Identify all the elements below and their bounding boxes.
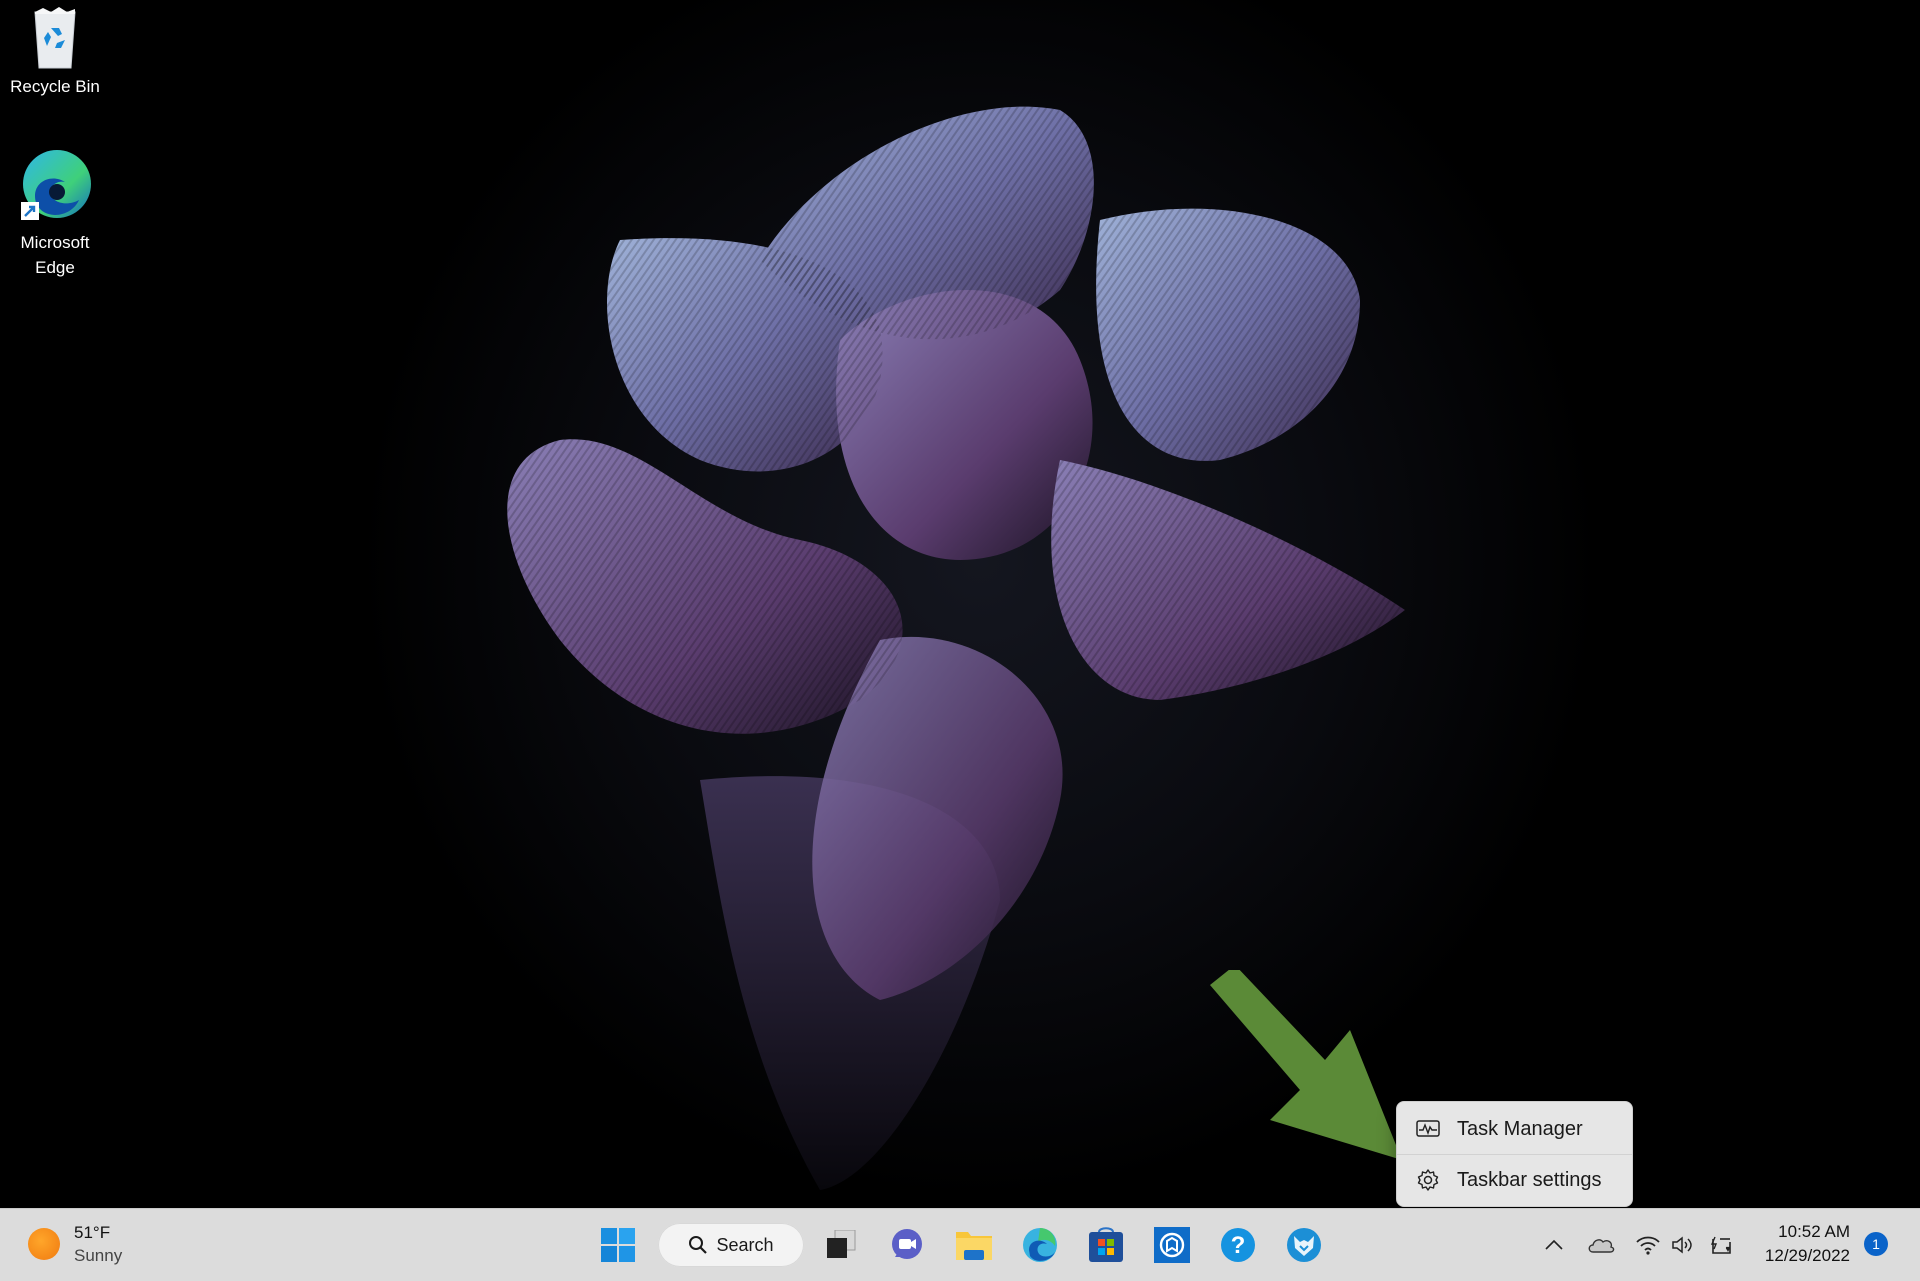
app-icon [1154,1227,1190,1263]
volume-icon [1672,1236,1692,1254]
taskbar-context-menu: Task Manager Taskbar settings [1396,1101,1633,1207]
recycle-bin-icon [34,7,76,69]
help-icon: ? [1221,1228,1255,1262]
file-explorer-icon [956,1232,992,1260]
store-icon [1089,1227,1123,1262]
desktop-icon-recycle-bin[interactable]: Recycle Bin [5,6,105,99]
tray-show-hidden-icons[interactable] [1538,1229,1570,1261]
context-menu-task-manager[interactable]: Task Manager [1401,1106,1628,1152]
taskbar-get-help[interactable]: ? [1215,1222,1261,1268]
weather-widget[interactable]: 51°F Sunny [28,1221,122,1267]
annotation-arrow [1210,970,1402,1160]
desktop-icon-microsoft-edge[interactable]: Microsoft Edge [5,150,105,280]
notification-badge[interactable]: 1 [1864,1232,1888,1256]
svg-text:?: ? [1231,1232,1246,1259]
task-view-icon [827,1230,856,1258]
context-menu-divider [1397,1154,1632,1155]
taskbar-task-view[interactable] [818,1222,864,1268]
clock-date: 12/29/2022 [1764,1246,1850,1265]
tray-onedrive[interactable] [1585,1229,1617,1261]
taskbar-chat[interactable] [884,1222,930,1268]
battery-charging-icon [1710,1236,1731,1254]
desktop-icon-label: Microsoft Edge [20,233,90,277]
wallpaper-bloom [507,106,1405,1190]
context-menu-label: Task Manager [1457,1117,1583,1140]
gear-icon [1415,1167,1441,1193]
taskbar-fox-app[interactable] [1281,1222,1327,1268]
taskbar-edge[interactable] [1017,1222,1063,1268]
tray-volume[interactable] [1667,1229,1699,1261]
wifi-icon [1636,1236,1660,1255]
search-button[interactable]: Search [658,1223,804,1267]
desktop-icon-label: Recycle Bin [10,77,100,96]
start-button[interactable] [595,1222,641,1268]
taskbar-app[interactable] [1149,1222,1195,1268]
weather-condition: Sunny [74,1246,123,1265]
clock-time: 10:52 AM [1778,1222,1850,1241]
teams-chat-icon [892,1229,922,1259]
search-label: Search [716,1234,774,1255]
windows-start-icon [601,1228,635,1262]
edge-icon [21,150,91,220]
context-menu-label: Taskbar settings [1457,1168,1602,1191]
taskbar-clock[interactable]: 10:52 AM 12/29/2022 [1750,1220,1850,1268]
fox-app-icon [1287,1228,1321,1262]
sun-icon [28,1228,60,1260]
search-icon [689,1236,708,1254]
context-menu-taskbar-settings[interactable]: Taskbar settings [1401,1157,1628,1203]
weather-temperature: 51°F [74,1223,111,1242]
tray-wifi[interactable] [1632,1229,1664,1261]
taskbar: 51°F Sunny Search ? 10:52 AM 12/29/2022 … [0,1208,1920,1281]
tray-battery[interactable] [1706,1229,1738,1261]
desktop: Recycle Bin Microsoft Edge [0,0,1920,1208]
edge-icon [1023,1228,1057,1262]
task-manager-icon [1415,1116,1441,1142]
chevron-up-icon [1545,1239,1563,1250]
taskbar-microsoft-store[interactable] [1083,1222,1129,1268]
taskbar-file-explorer[interactable] [951,1222,997,1268]
onedrive-icon [1588,1239,1615,1253]
